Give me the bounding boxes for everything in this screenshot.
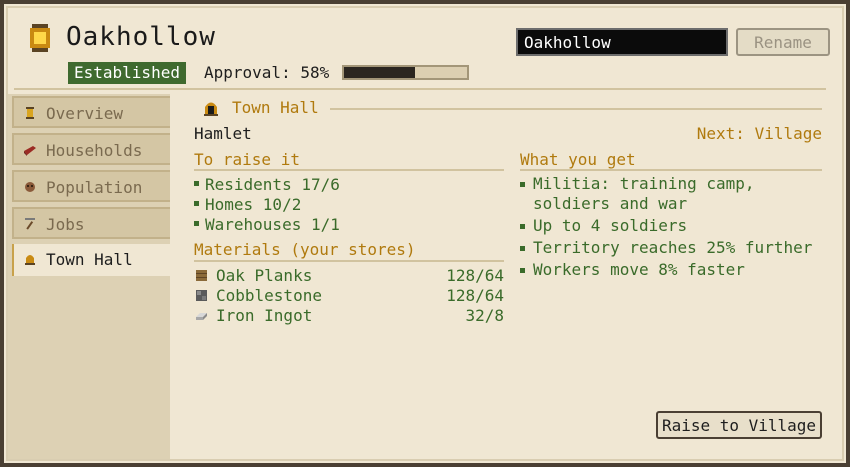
cobblestone-icon — [196, 290, 207, 301]
tab-population[interactable]: Population — [12, 170, 170, 202]
requirements-heading: To raise it — [194, 150, 300, 169]
material-name: Oak Planks — [216, 266, 313, 285]
benefit-item: Up to 4 soldiers — [520, 216, 830, 236]
tab-label: Households — [46, 141, 143, 160]
benefit-text: Workers move 8% faster — [533, 260, 745, 279]
material-count: 32/8 — [465, 306, 504, 325]
bullet-icon — [520, 182, 525, 187]
header-divider — [14, 88, 826, 90]
section-divider — [330, 108, 822, 110]
bullet-icon — [194, 201, 199, 206]
benefit-text: Territory reaches 25% further — [533, 238, 813, 257]
benefits-divider — [520, 169, 822, 171]
lantern-icon — [26, 107, 34, 119]
raise-to-village-button[interactable]: Raise to Village — [656, 411, 822, 439]
materials-heading: Materials (your stores) — [194, 240, 416, 259]
material-name: Iron Ingot — [216, 306, 313, 325]
tab-label: Population — [46, 178, 143, 197]
benefits-heading: What you get — [520, 150, 636, 169]
current-tier: Hamlet — [194, 124, 252, 143]
benefit-text: Up to 4 soldiers — [533, 216, 688, 235]
tab-households[interactable]: Households — [12, 133, 170, 165]
section-title: Town Hall — [232, 98, 319, 117]
tab-overview[interactable]: Overview — [12, 96, 170, 128]
tab-label: Jobs — [46, 215, 85, 234]
bullet-icon — [194, 221, 199, 226]
benefit-item: Militia: training camp, soldiers and war — [520, 174, 830, 214]
tab-jobs[interactable]: Jobs — [12, 207, 170, 239]
benefit-item: Territory reaches 25% further — [520, 238, 830, 258]
bullet-icon — [520, 268, 525, 273]
lantern-icon — [30, 24, 50, 52]
material-row: Cobblestone 128/64 — [194, 286, 504, 306]
requirement-item: Warehouses 1/1 — [194, 215, 340, 234]
head-icon — [25, 182, 35, 192]
requirement-text: Warehouses 1/1 — [205, 215, 340, 234]
status-badge: Established — [68, 62, 186, 84]
material-row: Oak Planks 128/64 — [194, 266, 504, 286]
requirements-divider — [194, 169, 504, 171]
requirement-text: Homes 10/2 — [205, 195, 302, 214]
tab-label: Town Hall — [46, 250, 133, 269]
requirement-item: Residents 17/6 — [194, 175, 340, 194]
bullet-icon — [194, 181, 199, 186]
tab-town-hall[interactable]: Town Hall — [12, 244, 170, 276]
requirement-item: Homes 10/2 — [194, 195, 301, 214]
town-hall-panel: Town Hall Hamlet Next: Village To raise … — [170, 94, 842, 459]
bullet-icon — [520, 224, 525, 229]
requirement-text: Residents 17/6 — [205, 175, 340, 194]
next-tier: Next: Village — [696, 124, 822, 143]
pickaxe-icon — [25, 218, 35, 230]
iron-ingot-icon — [196, 313, 207, 320]
approval-bar-fill — [344, 67, 416, 78]
town-window: Oakhollow Rename Established Approval: 5… — [0, 0, 850, 467]
oak-planks-icon — [196, 270, 207, 281]
bell-icon — [204, 102, 218, 116]
material-name: Cobblestone — [216, 286, 322, 305]
approval-label: Approval: 58% — [204, 63, 330, 82]
benefit-item: Workers move 8% faster — [520, 260, 830, 280]
benefit-text: Militia: training camp, soldiers and war — [533, 174, 755, 213]
materials-divider — [194, 260, 504, 262]
town-name-input[interactable] — [516, 28, 728, 56]
sidebar: Overview Households Population Jobs Town… — [8, 94, 170, 459]
approval-bar — [342, 65, 469, 80]
bed-icon — [24, 146, 36, 156]
rename-button[interactable]: Rename — [736, 28, 830, 56]
benefits-list: Militia: training camp, soldiers and war… — [520, 174, 830, 282]
material-count: 128/64 — [446, 286, 504, 305]
tab-label: Overview — [46, 104, 124, 123]
material-row: Iron Ingot 32/8 — [194, 306, 504, 326]
material-count: 128/64 — [446, 266, 504, 285]
bell-icon — [25, 255, 35, 265]
town-name-title: Oakhollow — [66, 22, 216, 52]
bullet-icon — [520, 246, 525, 251]
